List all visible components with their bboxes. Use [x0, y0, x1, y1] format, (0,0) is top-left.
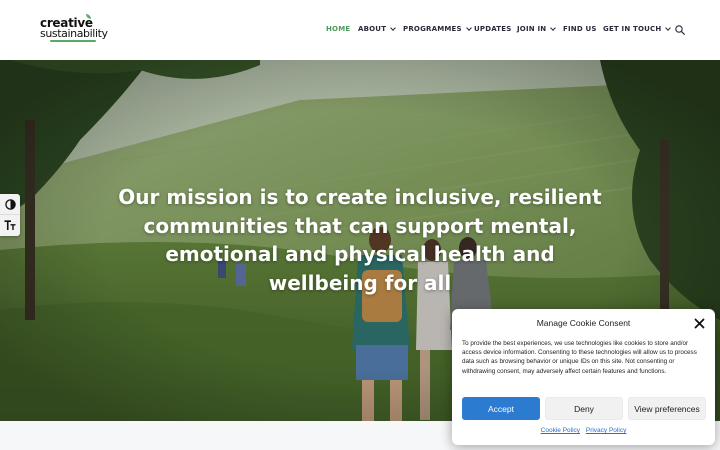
deny-button[interactable]: Deny — [545, 397, 623, 420]
nav-item-programmes[interactable]: PROGRAMMES — [403, 25, 472, 33]
nav-item-label: PROGRAMMES — [403, 25, 462, 33]
contrast-icon — [4, 198, 16, 210]
cookie-policy-link[interactable]: Cookie Policy — [541, 427, 580, 434]
search-icon[interactable] — [675, 25, 685, 35]
font-size-icon — [4, 220, 16, 230]
chevron-down-icon — [465, 25, 472, 31]
nav-item-get-in-touch[interactable]: GET IN TOUCH — [603, 25, 672, 33]
nav-item-home[interactable]: HOME — [326, 25, 350, 33]
view-preferences-button[interactable]: View preferences — [628, 397, 706, 420]
nav-item-label: FIND US — [563, 25, 597, 33]
nav-item-label: UPDATES — [474, 25, 512, 33]
cookie-policy-links: Cookie Policy Privacy Policy — [452, 427, 715, 434]
nav-item-label: HOME — [326, 25, 351, 33]
nav-item-updates[interactable]: UPDATES — [474, 25, 512, 33]
font-size-toggle-button[interactable] — [0, 215, 20, 236]
close-icon[interactable] — [694, 318, 705, 329]
site-header: creative sustainability HOME ABOUT PROGR… — [0, 0, 720, 60]
nav-item-label: GET IN TOUCH — [603, 25, 662, 33]
chevron-down-icon — [550, 25, 557, 31]
cookie-title: Manage Cookie Consent — [536, 318, 631, 328]
nav-item-label: ABOUT — [358, 25, 387, 33]
nav-item-join-in[interactable]: JOIN IN — [517, 25, 557, 33]
nav-item-about[interactable]: ABOUT — [358, 25, 397, 33]
nav-item-label: JOIN IN — [517, 25, 547, 33]
cookie-consent-dialog: Manage Cookie Consent To provide the bes… — [452, 309, 715, 445]
chevron-down-icon — [665, 25, 672, 31]
hero-headline: Our mission is to create inclusive, resi… — [118, 185, 602, 295]
accessibility-toolbar — [0, 194, 20, 236]
logo-line-2: sustainability — [40, 27, 108, 40]
logo[interactable]: creative sustainability — [40, 14, 112, 43]
cookie-description: To provide the best experiences, we use … — [462, 340, 697, 375]
nav-item-find-us[interactable]: FIND US — [563, 25, 597, 33]
logo-swoosh — [50, 40, 96, 42]
chevron-down-icon — [390, 25, 397, 31]
accept-button[interactable]: Accept — [462, 397, 540, 420]
contrast-toggle-button[interactable] — [0, 194, 20, 215]
privacy-policy-link[interactable]: Privacy Policy — [586, 427, 626, 434]
